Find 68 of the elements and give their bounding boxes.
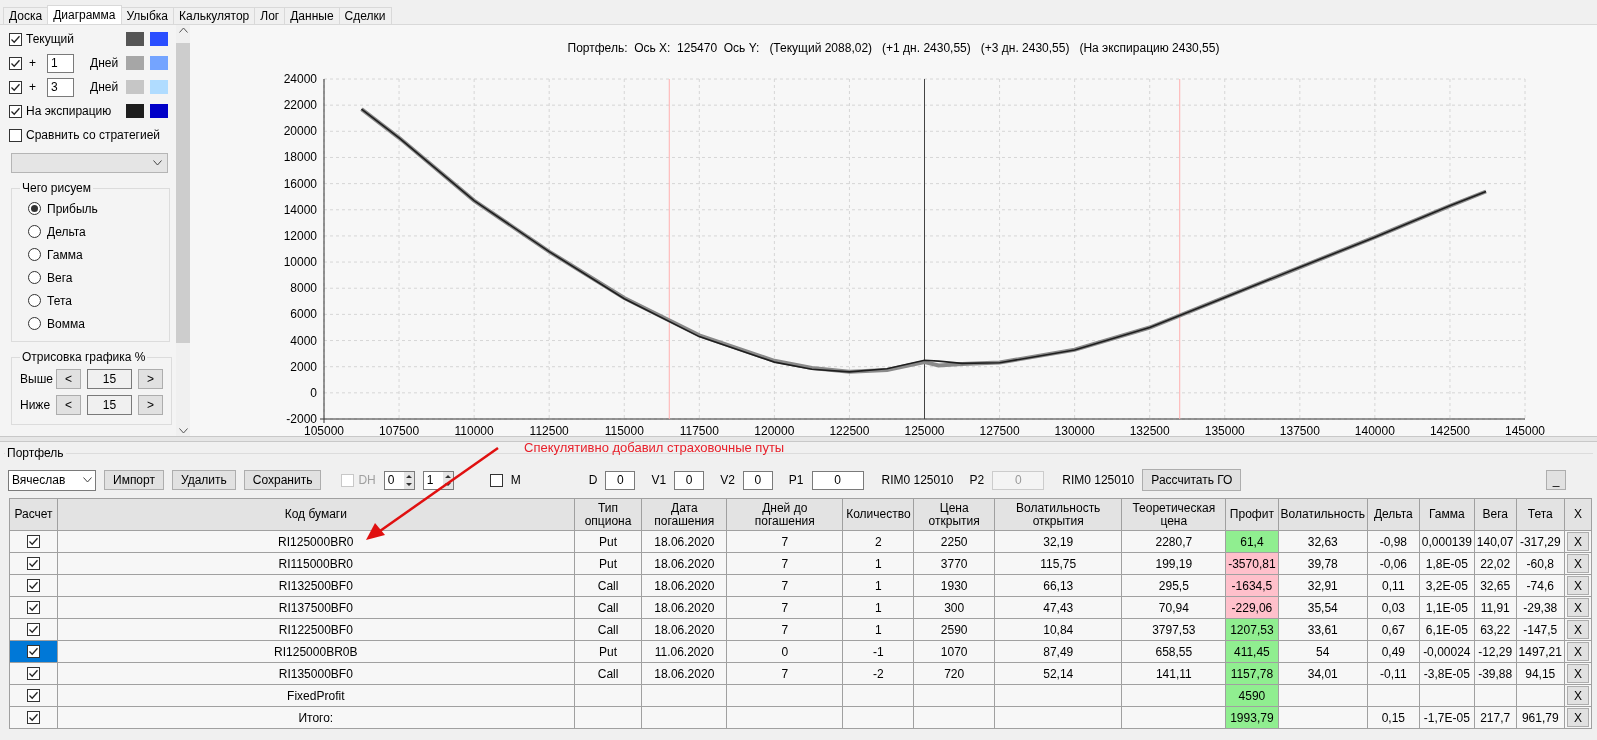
param-label: V2 — [720, 473, 735, 487]
axis-tick-label: 140000 — [1354, 423, 1395, 436]
table-cell: RI132500BF0 — [57, 574, 575, 597]
group-title: Портфель — [6, 446, 65, 460]
contract-label: RIM0 125010 — [881, 473, 954, 487]
range-label: Ниже — [20, 398, 50, 412]
axis-tick-label: 20000 — [283, 124, 317, 139]
plus-label: + — [29, 80, 36, 94]
axis-tick-label: 112500 — [529, 423, 569, 436]
axis-tick-label: 117500 — [679, 423, 719, 436]
chart-title: Портфель: Ось X: 125470 Ось Y: (Текущий 2088,02) (+1 дн. 2430,55) (+3 дн. 2430,55) (На экспирацию 2430,55) — [567, 41, 1220, 57]
curve-label: Текущий — [26, 32, 74, 46]
axis-tick-label: 125000 — [904, 423, 945, 436]
option-label: Прибыль — [47, 201, 98, 216]
annotation-text: Спекулятивно добавил страховочные путы — [524, 440, 785, 455]
axis-tick-label: 16000 — [283, 176, 317, 191]
axis-tick-label: 22000 — [283, 98, 317, 113]
option-label: Вомма — [47, 316, 85, 331]
curve-label: На экспирацию — [26, 104, 112, 118]
param-label: P1 — [788, 473, 804, 487]
axis-tick-label: 107500 — [379, 423, 420, 436]
option-label: Дельта — [47, 224, 86, 239]
axis-tick-label: 18000 — [283, 150, 317, 165]
axis-tick-label: 135000 — [1204, 423, 1245, 436]
axis-tick-label: 142500 — [1429, 423, 1470, 436]
param-label: D — [588, 473, 598, 487]
param-label: V1 — [651, 473, 667, 487]
axis-tick-label: -2000 — [286, 411, 317, 426]
group-title: Отрисовка графика % — [21, 350, 147, 364]
m-label: M — [510, 473, 521, 487]
axis-tick-label: 137500 — [1279, 423, 1320, 436]
axis-tick-label: 0 — [310, 385, 317, 400]
axis-tick-label: 6000 — [290, 307, 317, 322]
days-label: Дней — [90, 80, 119, 94]
axis-tick-label: 115000 — [604, 423, 644, 436]
table-cell: RI135000BF0 — [57, 662, 575, 685]
option-label: Гамма — [47, 247, 83, 262]
table-cell: RI122500BF0 — [57, 618, 575, 641]
axis-tick-label: 145000 — [1505, 423, 1545, 436]
table-cell: RI125000BR0 — [57, 530, 575, 553]
axis-tick-label: 4000 — [290, 333, 317, 348]
axis-tick-label: 130000 — [1054, 423, 1095, 436]
table-cell: Итого: — [57, 706, 575, 729]
group-title: Чего рисуем — [21, 181, 92, 195]
option-label: Тета — [47, 293, 72, 308]
axis-tick-label: 2000 — [290, 359, 317, 374]
axis-tick-label: 120000 — [754, 423, 795, 436]
table-cell: RI125000BR0B — [57, 640, 575, 663]
axis-tick-label: 8000 — [290, 281, 317, 296]
days-label: Дней — [90, 56, 119, 70]
param-label: P2 — [969, 473, 985, 487]
axis-tick-label: 110000 — [454, 423, 494, 436]
axis-tick-label: 132500 — [1129, 423, 1170, 436]
table-cell: FixedProfit — [57, 684, 575, 707]
axis-tick-label: 24000 — [283, 71, 317, 86]
contract-label: RIM0 125010 — [1062, 473, 1135, 487]
table-cell: RI115000BR0 — [57, 552, 575, 575]
axis-tick-label: 105000 — [304, 423, 344, 436]
dh-label: DH — [358, 473, 376, 487]
axis-tick-label: 10000 — [283, 255, 317, 270]
option-label: Вега — [47, 270, 73, 285]
axis-tick-label: 14000 — [283, 202, 317, 217]
axis-tick-label: 127500 — [979, 423, 1020, 436]
table-cell: RI137500BF0 — [57, 596, 575, 619]
plus-label: + — [29, 56, 36, 70]
axis-tick-label: 12000 — [283, 228, 317, 243]
axis-tick-label: 122500 — [829, 423, 870, 436]
compare-label: Сравнить со стратегией — [26, 128, 160, 142]
